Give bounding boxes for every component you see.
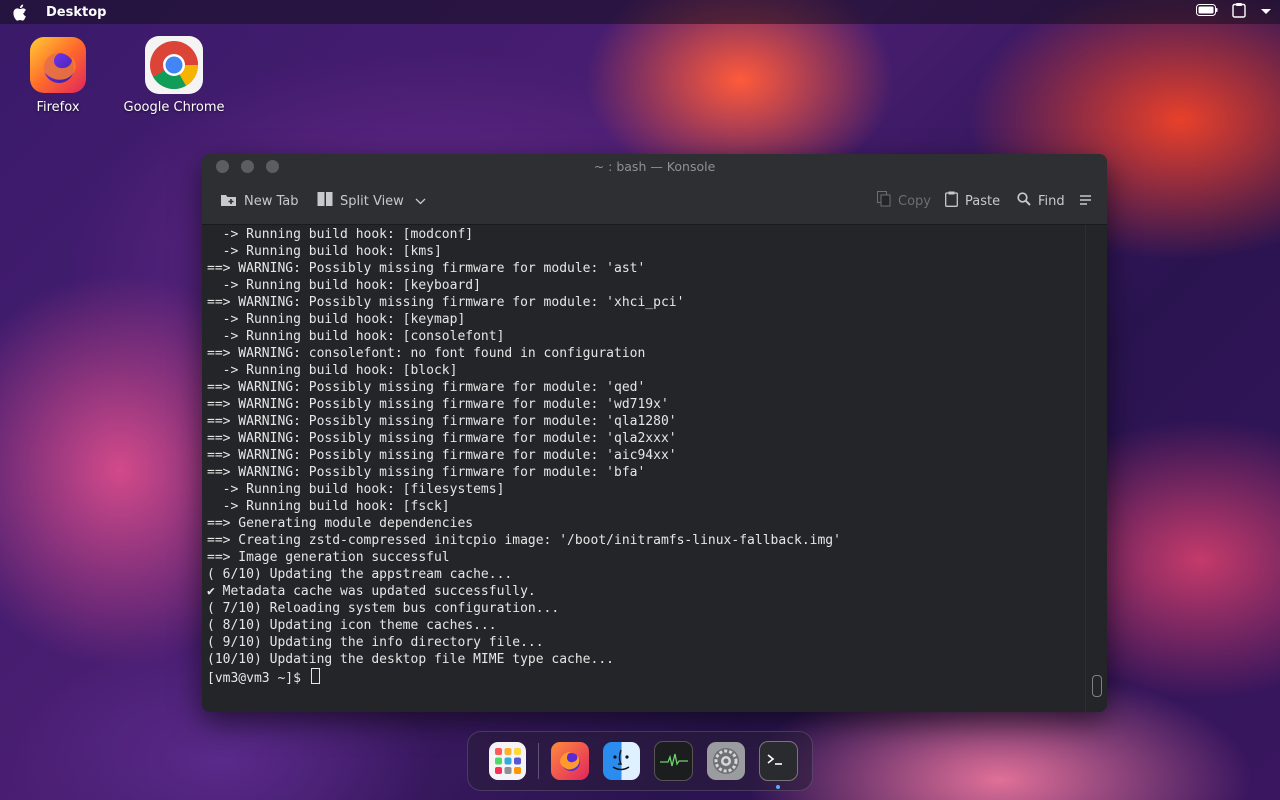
terminal-output[interactable]: -> Running build hook: [modconf] -> Runn… [202,225,1086,712]
terminal-line: ==> WARNING: Possibly missing firmware f… [207,380,646,395]
menu-bar-title: Desktop [46,4,107,20]
new-tab-icon [220,192,237,211]
find-label: Find [1038,193,1065,209]
copy-label: Copy [898,193,931,209]
menu-bar: Desktop [0,0,1280,24]
terminal-line: ==> WARNING: Possibly missing firmware f… [207,295,685,310]
clipboard-icon[interactable] [1232,2,1246,22]
terminal-line: ==> WARNING: Possibly missing firmware f… [207,397,669,412]
find-button[interactable]: Find [1017,178,1065,224]
running-indicator [776,785,781,789]
firefox-icon [29,36,87,94]
terminal-line: ✔ Metadata cache was updated successfull… [207,584,536,599]
battery-icon[interactable] [1196,4,1218,20]
terminal-line: ==> WARNING: Possibly missing firmware f… [207,448,677,463]
hamburger-icon [1080,194,1092,209]
terminal-line: ( 9/10) Updating the info directory file… [207,635,544,650]
paste-label: Paste [965,193,1001,209]
terminal-icon[interactable] [758,741,799,789]
desktop-icon-label: Firefox [36,100,80,115]
window-titlebar[interactable]: ~ : bash — Konsole [202,154,1107,178]
chevron-down-icon[interactable] [1260,5,1272,20]
terminal-line: -> Running build hook: [kms] [207,244,442,259]
terminal-line: -> Running build hook: [keymap] [207,312,466,327]
terminal-line: -> Running build hook: [keyboard] [207,278,481,293]
new-tab-button[interactable]: New Tab [220,178,299,224]
terminal-prompt-line[interactable]: [vm3@vm3 ~]$ [207,668,1086,686]
desktop-icon-label: Google Chrome [123,100,225,115]
launcher-icon[interactable] [489,742,527,780]
window-title: ~ : bash — Konsole [593,158,716,174]
terminal-scrollbar[interactable] [1085,225,1107,712]
shell-prompt: [vm3@vm3 ~]$ [207,671,309,686]
toolbar: New Tab Split View Copy Paste Find [202,178,1107,225]
desktop-icon-firefox[interactable]: Firefox [3,36,113,115]
chrome-icon [145,36,203,94]
copy-icon [877,191,891,211]
activity-monitor-icon[interactable] [654,741,694,781]
chevron-down-icon[interactable] [415,194,426,209]
terminal-line: ==> WARNING: Possibly missing firmware f… [207,431,677,446]
paste-icon [945,191,958,211]
paste-button[interactable]: Paste [945,178,1000,224]
split-view-icon [317,191,333,211]
terminal-line: ==> Generating module dependencies [207,516,474,531]
terminal-line: -> Running build hook: [block] [207,363,458,378]
terminal-line: ==> WARNING: Possibly missing firmware f… [207,261,646,276]
hamburger-menu-button[interactable] [1080,178,1092,224]
copy-button[interactable]: Copy [877,178,931,224]
terminal-line: (10/10) Updating the desktop file MIME t… [207,652,614,667]
terminal-line: ( 7/10) Reloading system bus configurati… [207,601,560,616]
terminal-line: ==> WARNING: Possibly missing firmware f… [207,465,646,480]
scrollbar-thumb[interactable] [1092,675,1102,697]
terminal-line: -> Running build hook: [fsck] [207,499,450,514]
text-cursor [310,668,320,684]
split-view-button[interactable]: Split View [317,178,426,224]
terminal-line: ==> WARNING: consolefont: no font found … [207,346,646,361]
dock [467,731,813,791]
apple-icon[interactable] [10,3,28,21]
dock-separator [538,743,540,779]
search-icon [1017,192,1031,210]
settings-icon[interactable] [707,742,745,780]
terminal-line: ==> Image generation successful [207,550,450,565]
terminal-line: -> Running build hook: [filesystems] [207,482,505,497]
terminal-line: ==> Creating zstd-compressed initcpio im… [207,533,841,548]
new-tab-label: New Tab [244,193,299,209]
split-view-label: Split View [340,193,404,209]
terminal-line: ( 6/10) Updating the appstream cache... [207,567,513,582]
terminal-line: ==> WARNING: Possibly missing firmware f… [207,414,677,429]
desktop-icon-chrome[interactable]: Google Chrome [119,36,229,115]
terminal-line: -> Running build hook: [consolefont] [207,329,505,344]
konsole-window: ~ : bash — Konsole New Tab Split View Co… [202,154,1107,712]
finder-icon[interactable] [602,742,641,780]
terminal-line: -> Running build hook: [modconf] [207,227,474,242]
firefox-icon[interactable] [551,742,589,780]
terminal-line: ( 8/10) Updating icon theme caches... [207,618,497,633]
